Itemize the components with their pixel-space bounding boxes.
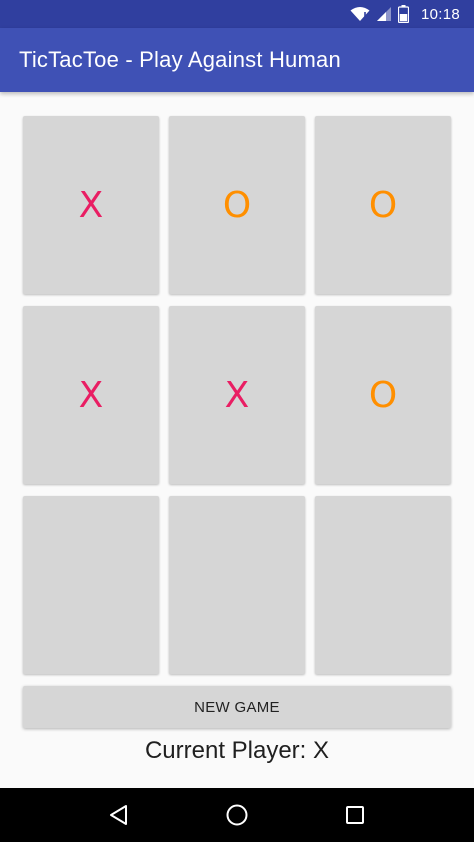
game-board: X O O X X O [23, 116, 451, 674]
recents-icon[interactable] [335, 795, 375, 835]
cell-mark: O [368, 374, 398, 416]
board-cell-8[interactable] [169, 496, 305, 674]
cell-mark: O [222, 184, 252, 226]
new-game-button[interactable]: NEW GAME [23, 686, 451, 728]
board-cell-5[interactable]: X [169, 306, 305, 484]
signal-icon [376, 6, 392, 22]
board-cell-4[interactable]: X [23, 306, 159, 484]
app-title: TicTacToe - Play Against Human [19, 47, 341, 72]
back-icon[interactable] [99, 795, 139, 835]
status-bar: 10:18 [0, 0, 474, 28]
battery-icon [397, 5, 409, 23]
board-cell-1[interactable]: X [23, 116, 159, 294]
cell-mark: X [78, 184, 104, 226]
cell-mark: X [224, 374, 250, 416]
wifi-icon [350, 6, 370, 22]
board-cell-6[interactable]: O [315, 306, 451, 484]
current-player-label: Current Player: X [144, 737, 330, 764]
status-time: 10:18 [420, 5, 460, 23]
app-bar: TicTacToe - Play Against Human [0, 28, 474, 92]
cell-mark: O [368, 184, 398, 226]
board-cell-2[interactable]: O [169, 116, 305, 294]
cell-mark: X [78, 374, 104, 416]
navigation-bar [0, 788, 474, 842]
home-icon[interactable] [217, 795, 257, 835]
board-cell-3[interactable]: O [315, 116, 451, 294]
board-cell-7[interactable] [23, 496, 159, 674]
board-cell-9[interactable] [315, 496, 451, 674]
